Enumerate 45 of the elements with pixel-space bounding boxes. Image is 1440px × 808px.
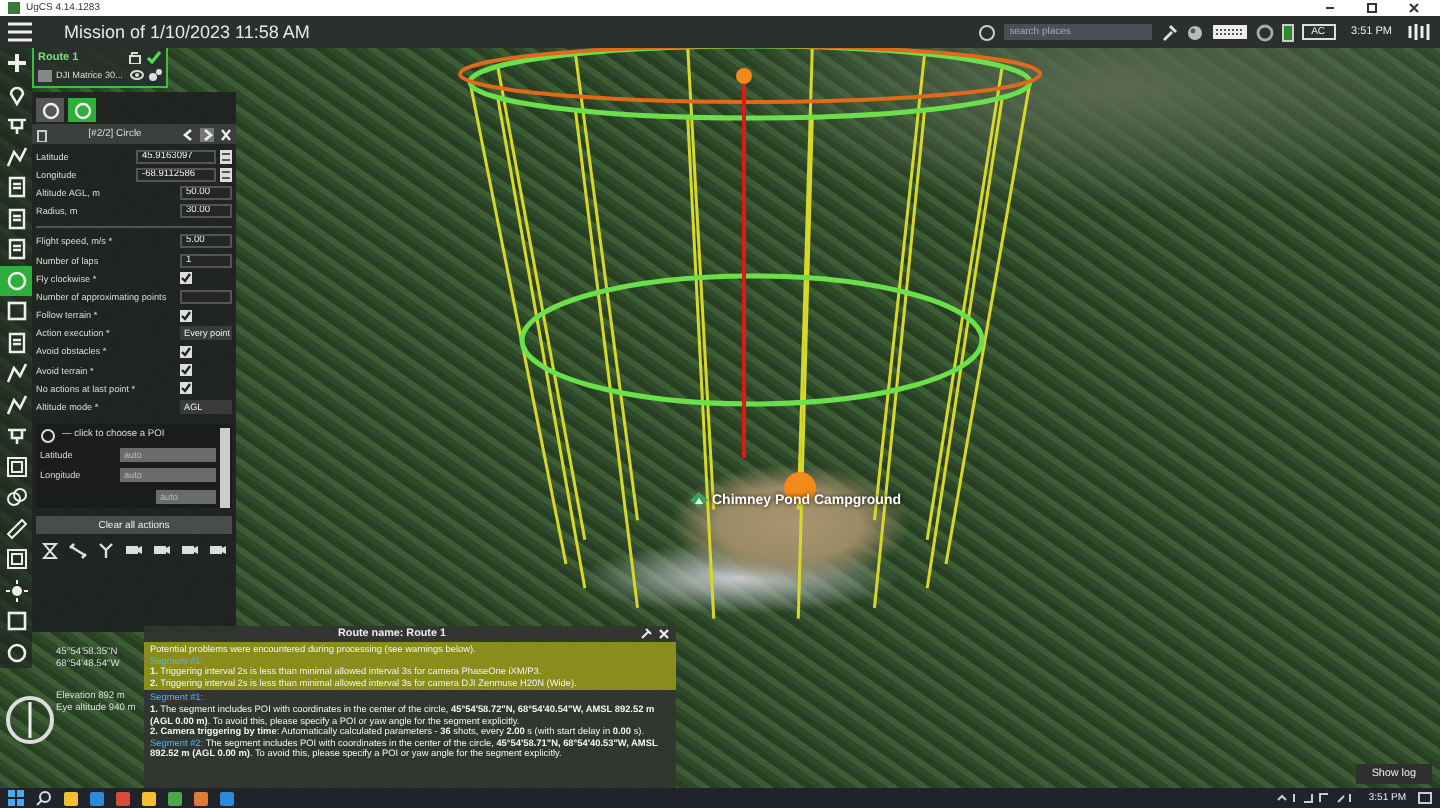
next-icon[interactable] [200, 127, 214, 141]
gauge-icon[interactable] [1255, 23, 1274, 41]
browser-icon[interactable] [220, 791, 234, 805]
segment-tab[interactable] [36, 98, 64, 122]
gears-icon[interactable] [148, 68, 162, 82]
scrollbar[interactable] [220, 427, 230, 508]
trash-icon[interactable] [36, 127, 48, 141]
app-logo-icon [8, 2, 20, 14]
mission-title: Mission of 1/10/2023 11:58 AM [64, 22, 310, 42]
previous-icon[interactable] [182, 127, 194, 141]
circular-route-drawing[interactable] [458, 48, 1042, 619]
eye-icon[interactable] [130, 70, 144, 80]
pin-icon[interactable] [640, 628, 652, 640]
windows-start-icon[interactable] [8, 790, 24, 806]
checkbox[interactable] [180, 364, 192, 377]
pin-icon[interactable] [1159, 23, 1178, 41]
checkbox[interactable] [180, 309, 192, 322]
menu-button[interactable] [8, 22, 32, 42]
drone-thumbnail [38, 69, 52, 81]
spinner-icon[interactable] [220, 149, 232, 164]
hourglass-icon[interactable] [40, 542, 60, 561]
checkbox[interactable] [180, 272, 192, 285]
checkbox[interactable] [180, 345, 192, 358]
close-icon[interactable] [1408, 2, 1420, 14]
input-field[interactable] [180, 289, 232, 304]
satellite-map[interactable] [0, 48, 1440, 788]
notification-icon[interactable] [1418, 791, 1432, 805]
keyboard-icon[interactable] [1211, 24, 1248, 40]
campground-icon [690, 492, 708, 508]
checkbox[interactable] [180, 382, 192, 395]
battery-icon [1281, 23, 1294, 41]
system-tray-icon[interactable] [1276, 792, 1357, 804]
folder-icon[interactable] [64, 791, 78, 805]
minimize-icon[interactable] [1324, 2, 1336, 14]
spinner-icon[interactable] [220, 167, 232, 182]
network-icon[interactable] [1408, 22, 1432, 42]
compass-icon[interactable] [4, 694, 56, 746]
search-icon[interactable] [36, 790, 52, 806]
note-icon[interactable] [142, 791, 156, 805]
document-icon[interactable] [194, 791, 208, 805]
target-icon[interactable] [40, 427, 56, 444]
lock-icon[interactable] [128, 50, 142, 64]
app-icon[interactable] [168, 791, 182, 805]
antenna-icon[interactable] [96, 542, 116, 561]
maximize-icon[interactable] [1366, 2, 1378, 14]
